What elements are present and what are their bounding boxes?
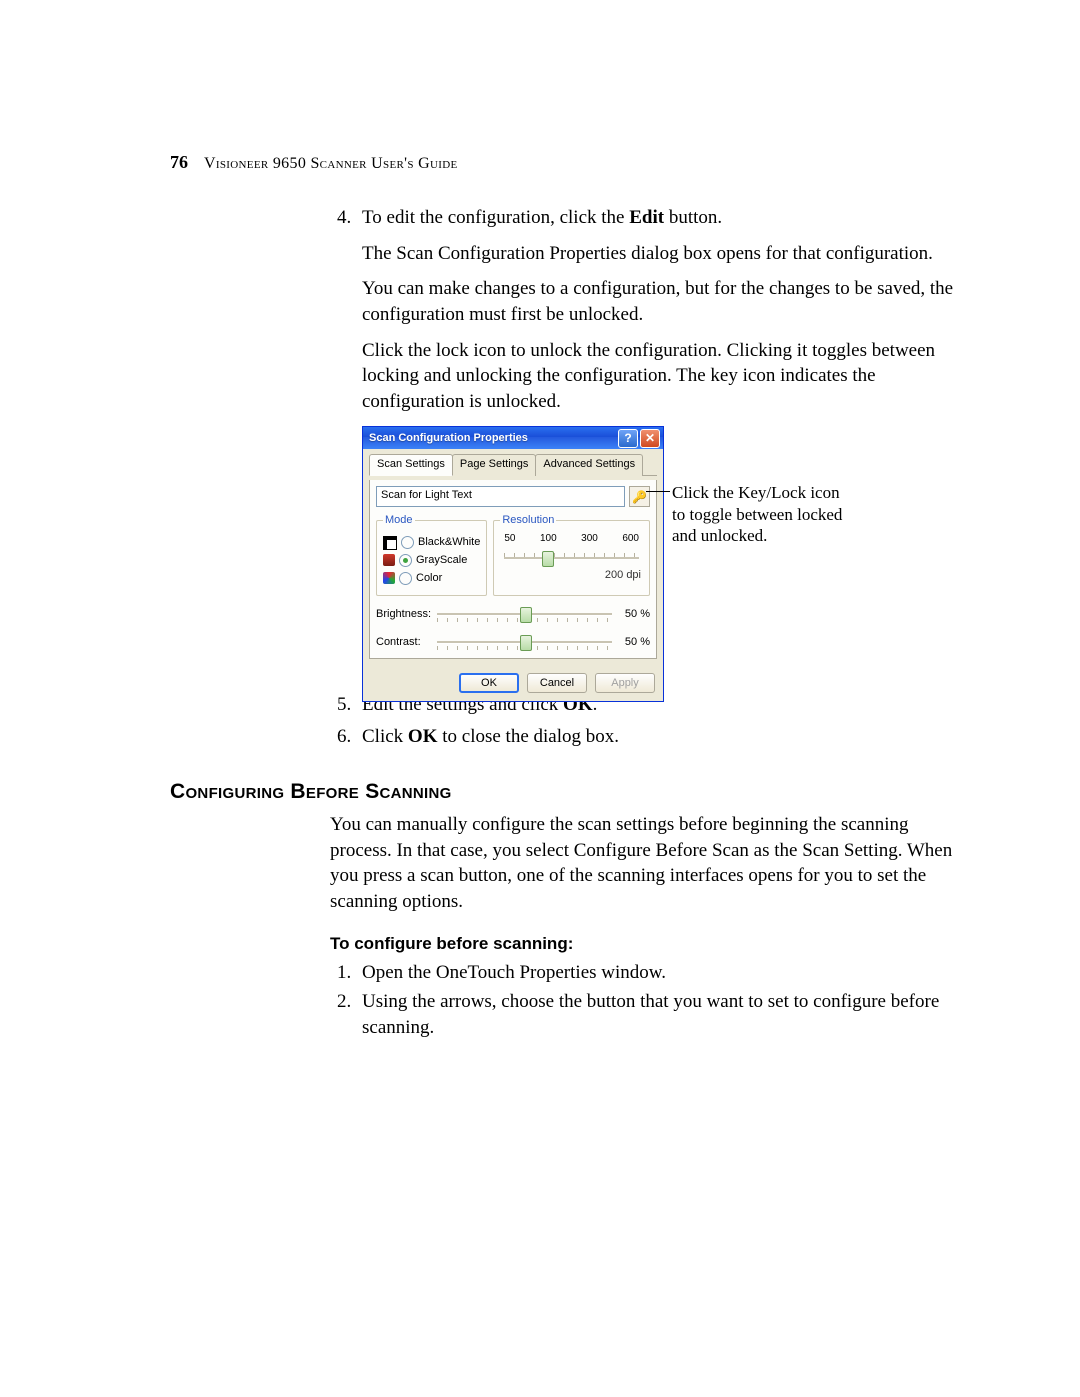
configure-steps: Open the OneTouch Properties window. Usi…	[330, 960, 970, 1041]
brightness-value: 50 %	[618, 607, 650, 622]
step4-p4: Click the lock icon to unlock the config…	[362, 338, 970, 415]
mode-bw-icon	[383, 536, 397, 550]
resolution-slider[interactable]	[504, 550, 639, 566]
configure-step-1: Open the OneTouch Properties window.	[356, 960, 970, 986]
mode-color-label: Color	[416, 571, 442, 586]
resolution-tick-labels: 50 100 300 600	[500, 532, 643, 546]
step6-ok: OK	[408, 726, 438, 747]
tab-advanced-settings[interactable]: Advanced Settings	[535, 454, 643, 476]
step-6: Click OK to close the dialog box.	[356, 724, 970, 750]
brightness-slider[interactable]	[437, 606, 612, 624]
brightness-thumb[interactable]	[520, 607, 532, 623]
scan-config-dialog: Scan Configuration Properties ? ✕ Scan S…	[362, 426, 664, 701]
page-number: 76	[170, 152, 188, 172]
lock-icon[interactable]: 🔑	[629, 486, 650, 507]
dialog-title: Scan Configuration Properties	[369, 431, 616, 446]
mode-gs-label: GrayScale	[416, 553, 467, 568]
mode-gs-radio[interactable]	[399, 554, 412, 567]
mode-bw-radio[interactable]	[401, 536, 414, 549]
contrast-label: Contrast:	[376, 635, 431, 650]
contrast-row: Contrast: 50 %	[376, 634, 650, 652]
running-head: 76 Visioneer 9650 Scanner User's Guide	[170, 152, 970, 173]
tabs: Scan Settings Page Settings Advanced Set…	[369, 453, 657, 476]
mode-bw[interactable]: Black&White	[383, 535, 480, 550]
res-tick-50: 50	[504, 532, 515, 546]
step-4: To edit the configuration, click the Edi…	[356, 205, 970, 674]
brightness-row: Brightness: 50 %	[376, 606, 650, 624]
page: 76 Visioneer 9650 Scanner User's Guide T…	[0, 0, 1080, 1397]
callout-leader	[646, 491, 670, 492]
dialog-figure: Scan Configuration Properties ? ✕ Scan S…	[362, 426, 970, 674]
tab-page-settings[interactable]: Page Settings	[452, 454, 537, 476]
resolution-value: 200 dpi	[500, 568, 643, 583]
step4-p2: The Scan Configuration Properties dialog…	[362, 241, 970, 267]
step6-c: to close the dialog box.	[437, 726, 619, 747]
res-tick-100: 100	[540, 532, 557, 546]
mode-color[interactable]: Color	[383, 571, 480, 586]
close-icon[interactable]: ✕	[640, 429, 660, 448]
apply-button[interactable]: Apply	[595, 673, 655, 693]
tab-panel: Scan for Light Text 🔑 Mode	[369, 480, 657, 658]
titlebar[interactable]: Scan Configuration Properties ? ✕	[363, 427, 663, 449]
mode-gs-icon	[383, 554, 395, 566]
configure-step-2: Using the arrows, choose the button that…	[356, 989, 970, 1040]
step6-a: Click	[362, 726, 408, 747]
dialog-body: Scan Settings Page Settings Advanced Set…	[363, 449, 663, 664]
res-tick-600: 600	[622, 532, 639, 546]
brightness-label: Brightness:	[376, 607, 431, 622]
callout-text: Click the Key/Lock icon to toggle betwee…	[672, 482, 847, 546]
sub-heading: To configure before scanning:	[330, 933, 970, 956]
step4-c: button.	[664, 207, 722, 228]
mode-bw-label: Black&White	[418, 535, 480, 550]
config-name-input[interactable]: Scan for Light Text	[376, 486, 625, 507]
step-list-top: To edit the configuration, click the Edi…	[330, 205, 970, 750]
step4-edit-bold: Edit	[629, 207, 664, 228]
res-tick-300: 300	[581, 532, 598, 546]
panels: Mode Black&White	[376, 513, 650, 595]
config-name-row: Scan for Light Text 🔑	[376, 486, 650, 507]
section-heading: Configuring Before Scanning	[170, 778, 970, 806]
step4-a: To edit the configuration, click the	[362, 207, 629, 228]
help-icon[interactable]: ?	[618, 429, 638, 448]
body-column: To edit the configuration, click the Edi…	[330, 205, 970, 1041]
mode-grayscale[interactable]: GrayScale	[383, 553, 480, 568]
step4-p3: You can make changes to a configuration,…	[362, 276, 970, 327]
mode-group: Mode Black&White	[376, 513, 487, 595]
contrast-slider[interactable]	[437, 634, 612, 652]
resolution-group: Resolution 50 100 300 600	[493, 513, 650, 595]
contrast-thumb[interactable]	[520, 635, 532, 651]
dialog-buttons: OK Cancel Apply	[363, 665, 663, 701]
mode-color-icon	[383, 572, 395, 584]
mode-color-radio[interactable]	[399, 572, 412, 585]
cancel-button[interactable]: Cancel	[527, 673, 587, 693]
resolution-legend: Resolution	[500, 513, 556, 528]
tab-scan-settings[interactable]: Scan Settings	[369, 454, 453, 476]
section-body: You can manually configure the scan sett…	[330, 812, 970, 915]
resolution-thumb[interactable]	[542, 551, 554, 567]
ok-button[interactable]: OK	[459, 673, 519, 693]
book-title: Visioneer 9650 Scanner User's Guide	[204, 155, 458, 172]
mode-legend: Mode	[383, 513, 415, 528]
contrast-value: 50 %	[618, 635, 650, 650]
